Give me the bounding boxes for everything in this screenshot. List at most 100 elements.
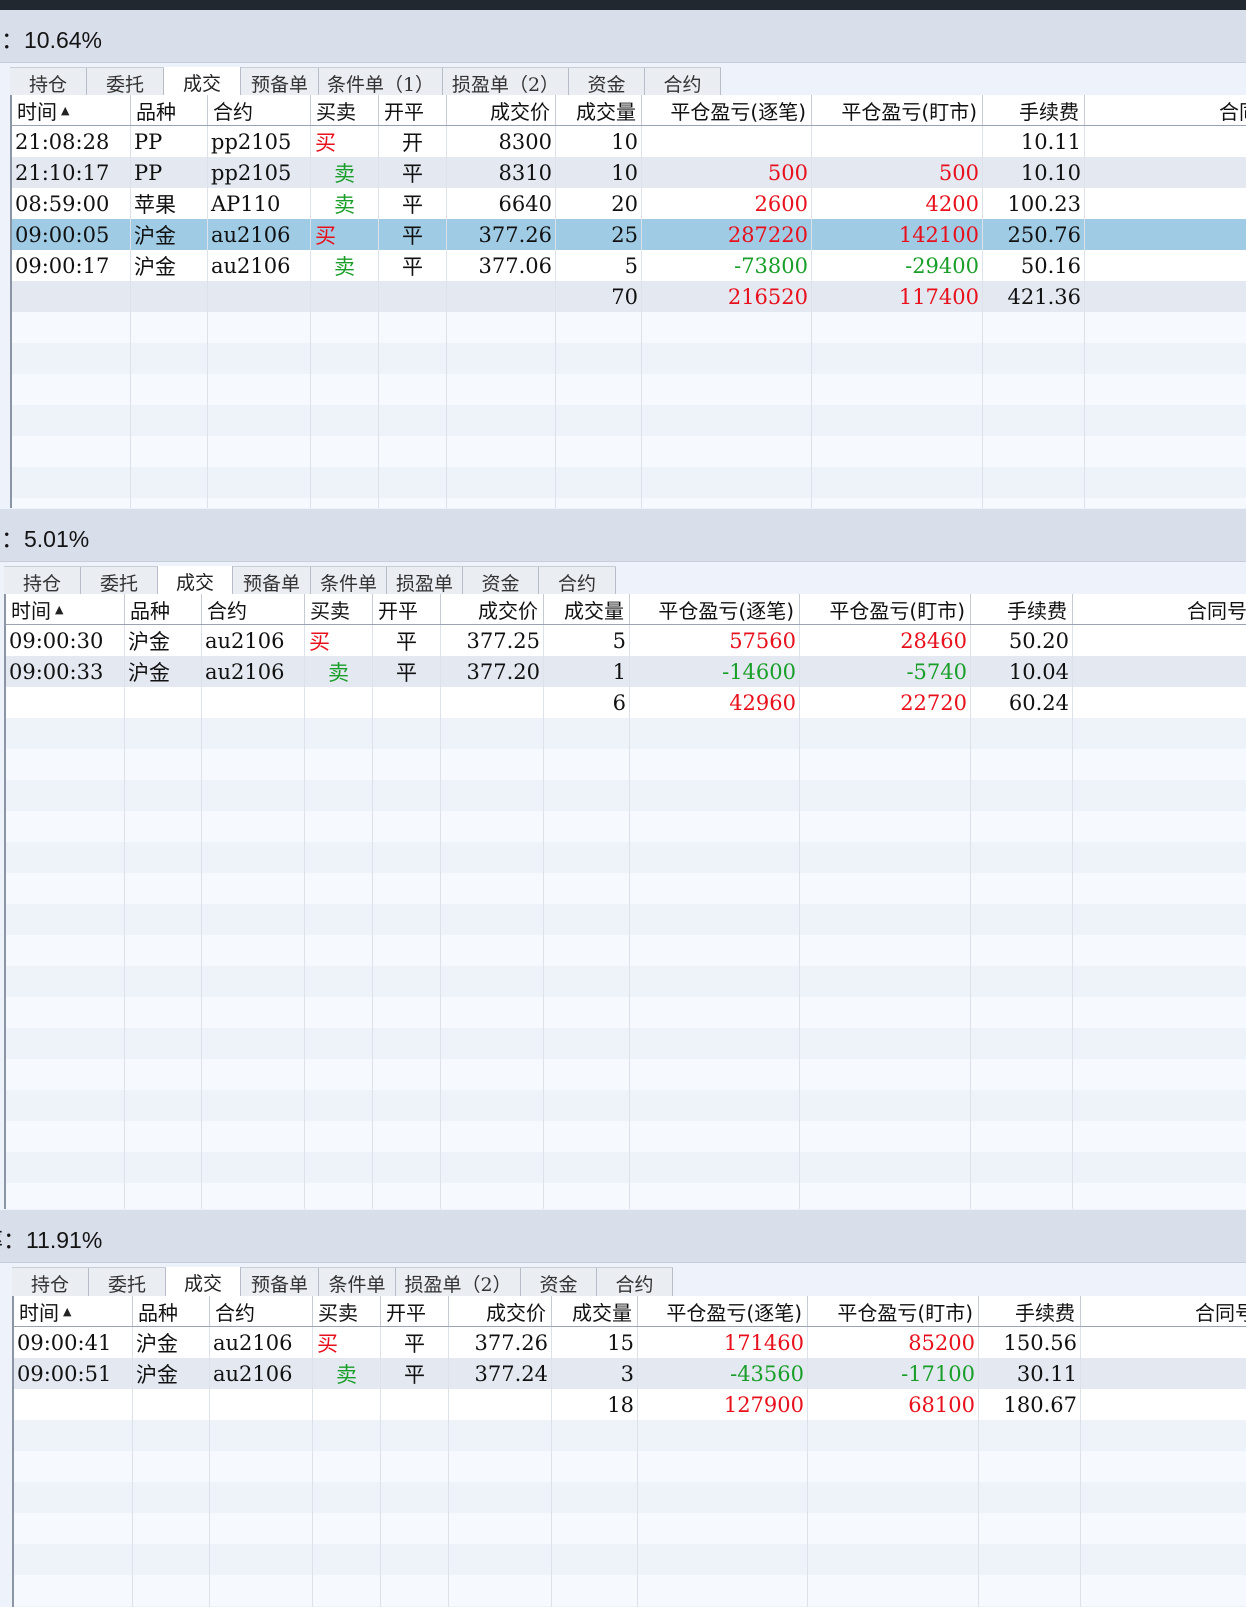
empty-row (6, 873, 1246, 904)
column-header-2[interactable]: 合约 (208, 95, 311, 125)
tab-7[interactable]: 合约 (597, 1268, 673, 1298)
column-header-7[interactable]: 平仓盈亏(逐笔) (642, 95, 812, 125)
cell-open_close: 平 (381, 1327, 449, 1358)
total-blank (208, 281, 311, 312)
column-header-2[interactable]: 合约 (202, 594, 305, 624)
empty-cell (6, 997, 125, 1028)
tab-4[interactable]: 条件单（1） (319, 68, 443, 98)
column-header-8[interactable]: 平仓盈亏(盯市) (808, 1296, 979, 1326)
tab-1[interactable]: 委托 (89, 1268, 166, 1298)
tab-2[interactable]: 成交 (166, 1267, 241, 1298)
total-blank (441, 687, 544, 718)
total-pnl_mtm: 68100 (808, 1389, 979, 1420)
table-row[interactable]: 21:08:28 PP pp2105 买开 8300 10 10.11 (12, 126, 1246, 157)
column-header-6[interactable]: 成交量 (556, 95, 642, 125)
column-header-4[interactable]: 开平 (373, 594, 441, 624)
cell-volume: 10 (556, 157, 642, 188)
tab-5[interactable]: 损盈单（2） (396, 1268, 521, 1298)
tab-4[interactable]: 条件单 (319, 1268, 396, 1298)
cell-price: 377.24 (449, 1358, 552, 1389)
column-header-9[interactable]: 手续费 (971, 594, 1073, 624)
column-header-6[interactable]: 成交量 (552, 1296, 638, 1326)
cell-variety: PP (131, 126, 208, 157)
column-header-label: 买卖 (318, 1300, 358, 1325)
empty-cell (1073, 718, 1246, 749)
tab-1[interactable]: 委托 (87, 68, 164, 98)
column-header-label: 品种 (130, 598, 170, 623)
tab-6[interactable]: 资金 (521, 1268, 597, 1298)
column-header-0[interactable]: 时间 ▲ (14, 1296, 133, 1326)
rate-separator: ： (1, 28, 24, 54)
column-header-3[interactable]: 买卖 (313, 1296, 381, 1326)
tab-strip: 持仓 委托 成交 预备单 条件单 损盈单（2） 资金 合约 (12, 1267, 673, 1299)
table-row[interactable]: 09:00:05 沪金 au2106 买平 377.26 25 287220 142100 25… (12, 219, 1246, 250)
empty-row (6, 1059, 1246, 1090)
empty-cell (800, 1183, 971, 1209)
tab-3[interactable]: 预备单 (233, 567, 311, 597)
column-header-5[interactable]: 成交价 (447, 95, 556, 125)
column-header-5[interactable]: 成交价 (449, 1296, 552, 1326)
empty-cell (379, 405, 447, 436)
column-header-label: 开平 (378, 598, 418, 623)
empty-cell (447, 498, 556, 508)
totals-row: 18 127900 68100 180.67 (14, 1389, 1246, 1420)
empty-cell (6, 842, 125, 873)
tab-6[interactable]: 资金 (463, 567, 539, 597)
table-row[interactable]: 09:00:33 沪金 au2106 卖平 377.20 1 -14600 -5740 10.0… (6, 656, 1246, 687)
empty-cell (313, 1451, 381, 1482)
table-row[interactable]: 09:00:30 沪金 au2106 买平 377.25 5 57560 28460 50.20 (6, 625, 1246, 656)
column-header-10[interactable]: 合同号 (1073, 594, 1246, 624)
column-header-7[interactable]: 平仓盈亏(逐笔) (638, 1296, 808, 1326)
tab-0[interactable]: 持仓 (4, 567, 81, 597)
empty-cell (1073, 1183, 1246, 1209)
tab-0[interactable]: 持仓 (10, 68, 87, 98)
total-fee: 421.36 (983, 281, 1085, 312)
column-header-10[interactable]: 合同 (1085, 95, 1246, 125)
column-header-2[interactable]: 合约 (210, 1296, 313, 1326)
tab-7[interactable]: 合约 (645, 68, 721, 98)
table-row[interactable]: 09:00:51 沪金 au2106 卖平 377.24 3 -43560 -17100 30.… (14, 1358, 1246, 1389)
tab-3[interactable]: 预备单 (241, 68, 319, 98)
tab-5[interactable]: 损盈单 (387, 567, 463, 597)
cell-contract-no (1085, 126, 1246, 157)
tab-2[interactable]: 成交 (158, 566, 233, 597)
column-header-3[interactable]: 买卖 (305, 594, 373, 624)
tab-6[interactable]: 资金 (569, 68, 645, 98)
column-header-9[interactable]: 手续费 (979, 1296, 1081, 1326)
column-header-4[interactable]: 开平 (379, 95, 447, 125)
column-header-3[interactable]: 买卖 (311, 95, 379, 125)
table-row[interactable]: 09:00:41 沪金 au2106 买平 377.26 15 171460 85200 150… (14, 1327, 1246, 1358)
table-row[interactable]: 08:59:00 苹果 AP110 卖平 6640 20 2600 4200 100.23 (12, 188, 1246, 219)
column-header-0[interactable]: 时间 ▲ (6, 594, 125, 624)
tab-0[interactable]: 持仓 (12, 1268, 89, 1298)
column-header-9[interactable]: 手续费 (983, 95, 1085, 125)
table-row[interactable]: 21:10:17 PP pp2105 卖平 8310 10 500 500 10.10 (12, 157, 1246, 188)
empty-cell (544, 1028, 630, 1059)
column-header-1[interactable]: 品种 (131, 95, 208, 125)
tab-3[interactable]: 预备单 (241, 1268, 319, 1298)
empty-cell (447, 436, 556, 467)
empty-cell (1073, 1028, 1246, 1059)
tab-2[interactable]: 成交 (164, 67, 241, 98)
column-header-7[interactable]: 平仓盈亏(逐笔) (630, 594, 800, 624)
empty-cell (971, 1028, 1073, 1059)
column-header-4[interactable]: 开平 (381, 1296, 449, 1326)
column-header-5[interactable]: 成交价 (441, 594, 544, 624)
empty-cell (305, 811, 373, 842)
table-row[interactable]: 09:00:17 沪金 au2106 卖平 377.06 5 -73800 -29400 50.… (12, 250, 1246, 281)
empty-cell (552, 1482, 638, 1513)
cell-contract-no (1085, 219, 1246, 250)
empty-cell (14, 1544, 133, 1575)
column-header-0[interactable]: 时间 ▲ (12, 95, 131, 125)
tab-5[interactable]: 损盈单（2） (443, 68, 569, 98)
column-header-10[interactable]: 合同号 (1081, 1296, 1246, 1326)
column-header-8[interactable]: 平仓盈亏(盯市) (812, 95, 983, 125)
column-header-1[interactable]: 品种 (133, 1296, 210, 1326)
column-header-8[interactable]: 平仓盈亏(盯市) (800, 594, 971, 624)
tab-7[interactable]: 合约 (539, 567, 616, 597)
column-header-6[interactable]: 成交量 (544, 594, 630, 624)
empty-row (6, 1183, 1246, 1209)
column-header-1[interactable]: 品种 (125, 594, 202, 624)
tab-1[interactable]: 委托 (81, 567, 158, 597)
tab-4[interactable]: 条件单 (311, 567, 387, 597)
